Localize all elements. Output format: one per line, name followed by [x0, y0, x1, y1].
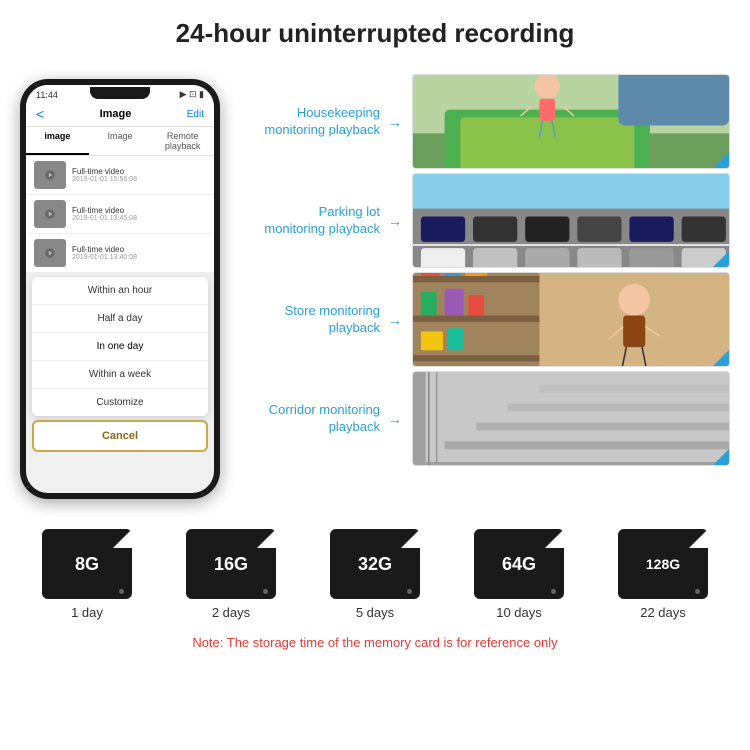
dropdown-item-within-week[interactable]: Within a week: [32, 361, 208, 389]
storage-card-32g: 32G 5 days: [330, 529, 420, 620]
corner-indicator-parking: [713, 251, 729, 267]
monitoring-image-housekeeping: [412, 74, 730, 169]
monitoring-section: Housekeepingmonitoring playback →: [240, 69, 730, 466]
list-item[interactable]: Full-time video 2019-01-01 13:40:08: [26, 234, 214, 273]
monitoring-label-corridor: Corridor monitoringplayback: [240, 402, 380, 436]
storage-card-128g: 128G 22 days: [618, 529, 708, 620]
photo-housekeeping: [413, 75, 729, 168]
sd-card-label-128g: 128G: [646, 556, 680, 572]
tab-remote-playback[interactable]: Remote playback: [151, 127, 214, 155]
sd-card-8g: 8G: [42, 529, 132, 599]
sd-card-dot-32g: [407, 589, 412, 594]
video-item-text-3: Full-time video 2019-01-01 13:40:08: [72, 245, 137, 261]
sd-card-label-64g: 64G: [502, 554, 536, 575]
monitoring-label-store: Store monitoringplayback: [240, 303, 380, 337]
storage-section: 8G 1 day 16G 2 days 32G 5 days 64G: [0, 509, 750, 665]
cancel-button[interactable]: Cancel: [32, 420, 208, 452]
sd-card-16g: 16G: [186, 529, 276, 599]
storage-days-8g: 1 day: [71, 605, 103, 620]
list-item[interactable]: Full-time video 2019-01-01 13:45:08: [26, 195, 214, 234]
monitoring-item-corridor: Corridor monitoringplayback →: [240, 371, 730, 466]
sd-card-label-8g: 8G: [75, 554, 99, 575]
phone-time: 11:44: [36, 90, 58, 100]
video-thumb-2: [34, 200, 66, 228]
arrow-icon-corridor: →: [388, 411, 404, 427]
dropdown-item-one-day[interactable]: In one day: [32, 333, 208, 361]
monitoring-item-housekeeping: Housekeepingmonitoring playback →: [240, 74, 730, 169]
tab-image2[interactable]: Image: [89, 127, 152, 155]
monitoring-label-parking: Parking lotmonitoring playback: [240, 204, 380, 238]
video-date-2: 2019-01-01 13:45:08: [72, 215, 137, 222]
video-item-text-2: Full-time video 2019-01-01 13:45:08: [72, 206, 137, 222]
nav-edit-button[interactable]: Edit: [187, 109, 204, 120]
phone-dropdown: Within an hour Half a day In one day Wit…: [32, 277, 208, 416]
video-item-text-1: Full-time video 2019-01-01 15:56:08: [72, 167, 137, 183]
storage-days-16g: 2 days: [212, 605, 250, 620]
storage-cards-container: 8G 1 day 16G 2 days 32G 5 days 64G: [15, 529, 735, 620]
phone-notch: [90, 87, 150, 99]
storage-card-8g: 8G 1 day: [42, 529, 132, 620]
storage-days-64g: 10 days: [496, 605, 542, 620]
storage-days-128g: 22 days: [640, 605, 686, 620]
video-label-2: Full-time video: [72, 206, 137, 215]
sd-card-128g: 128G: [618, 529, 708, 599]
arrow-icon-housekeeping: →: [388, 114, 404, 130]
sd-card-dot-8g: [119, 589, 124, 594]
phone-icons: ▶ ⊡ ▮: [180, 89, 204, 100]
monitoring-image-store: [412, 272, 730, 367]
monitoring-label-housekeeping: Housekeepingmonitoring playback: [240, 105, 380, 139]
dropdown-item-within-hour[interactable]: Within an hour: [32, 277, 208, 305]
phone-mockup: 11:44 ▶ ⊡ ▮ < Image Edit image Image Rem…: [20, 79, 220, 499]
storage-days-32g: 5 days: [356, 605, 394, 620]
storage-card-64g: 64G 10 days: [474, 529, 564, 620]
storage-note: Note: The storage time of the memory car…: [15, 630, 735, 655]
sd-card-label-16g: 16G: [214, 554, 248, 575]
phone-tabs: image Image Remote playback: [26, 127, 214, 156]
photo-parking: [413, 174, 729, 267]
phone-container: 11:44 ▶ ⊡ ▮ < Image Edit image Image Rem…: [10, 79, 230, 499]
video-thumb-1: [34, 161, 66, 189]
list-item[interactable]: Full-time video 2019-01-01 15:56:08: [26, 156, 214, 195]
phone-nav-bar: < Image Edit: [26, 102, 214, 127]
page-header: 24-hour uninterrupted recording: [0, 0, 750, 59]
sd-card-dot-16g: [263, 589, 268, 594]
nav-back-button[interactable]: <: [36, 106, 44, 122]
corner-indicator-housekeeping: [713, 152, 729, 168]
dropdown-item-customize[interactable]: Customize: [32, 389, 208, 416]
sd-card-64g: 64G: [474, 529, 564, 599]
corner-indicator-corridor: [713, 449, 729, 465]
video-date-1: 2019-01-01 15:56:08: [72, 176, 137, 183]
sd-card-dot-64g: [551, 589, 556, 594]
video-thumb-3: [34, 239, 66, 267]
sd-card-label-32g: 32G: [358, 554, 392, 575]
photo-store: [413, 273, 729, 366]
monitoring-image-corridor: [412, 371, 730, 466]
phone-list: Full-time video 2019-01-01 15:56:08 Full…: [26, 156, 214, 273]
photo-corridor: [413, 372, 729, 465]
storage-card-16g: 16G 2 days: [186, 529, 276, 620]
sd-card-dot-128g: [695, 589, 700, 594]
video-label-3: Full-time video: [72, 245, 137, 254]
page-title: 24-hour uninterrupted recording: [20, 18, 730, 49]
main-content: 11:44 ▶ ⊡ ▮ < Image Edit image Image Rem…: [0, 59, 750, 509]
monitoring-image-parking: [412, 173, 730, 268]
sd-card-32g: 32G: [330, 529, 420, 599]
monitoring-item-store: Store monitoringplayback →: [240, 272, 730, 367]
monitoring-item-parking: Parking lotmonitoring playback →: [240, 173, 730, 268]
tab-image[interactable]: image: [26, 127, 89, 155]
dropdown-item-half-day[interactable]: Half a day: [32, 305, 208, 333]
arrow-icon-parking: →: [388, 213, 404, 229]
video-label-1: Full-time video: [72, 167, 137, 176]
nav-title: Image: [100, 108, 132, 120]
arrow-icon-store: →: [388, 312, 404, 328]
corner-indicator-store: [713, 350, 729, 366]
phone-screen: 11:44 ▶ ⊡ ▮ < Image Edit image Image Rem…: [26, 85, 214, 493]
video-date-3: 2019-01-01 13:40:08: [72, 254, 137, 261]
